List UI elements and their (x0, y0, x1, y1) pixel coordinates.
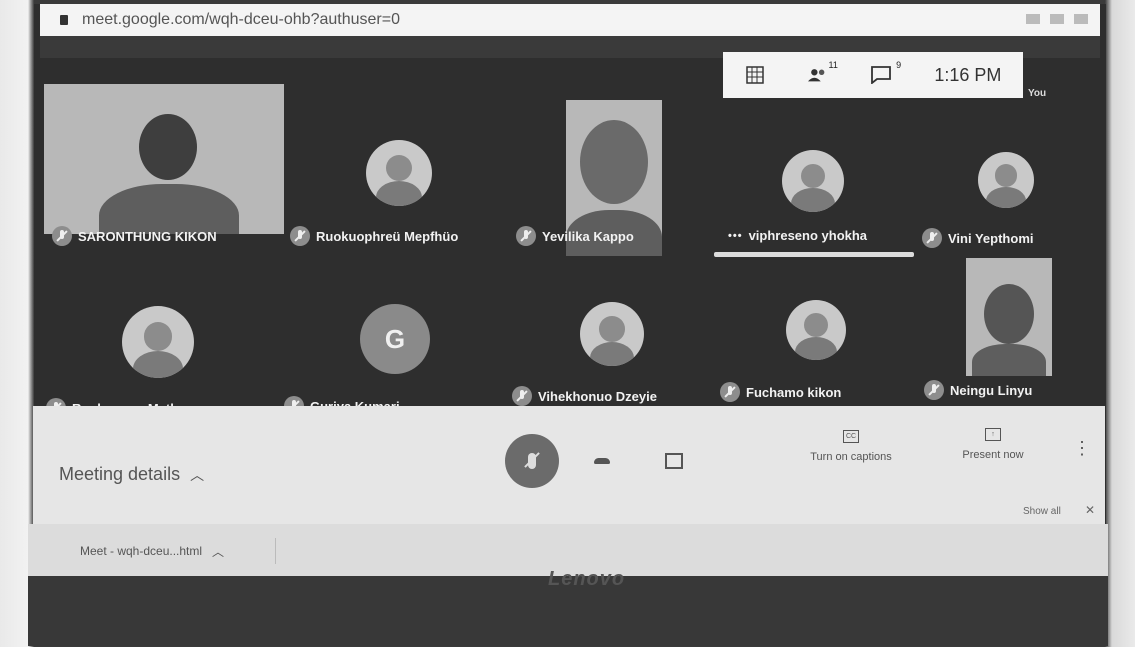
participant-label: Ruokuophreü Mepfhüo (290, 226, 458, 246)
avatar-head (385, 154, 413, 181)
mic-off-icon (528, 453, 536, 469)
participant-label: Yevilika Kappo (516, 226, 634, 246)
participant-name: SARONTHUNG KIKON (78, 228, 217, 244)
phone-hangup-icon (594, 458, 610, 464)
chevron-up-icon[interactable]: ︿ (212, 543, 224, 560)
video-tile-saronthung[interactable] (44, 84, 284, 234)
participant-face (580, 120, 648, 204)
mic-off-icon (290, 226, 310, 246)
video-tile-neingu[interactable] (966, 258, 1052, 376)
avatar-initial: G (360, 304, 430, 374)
download-item[interactable]: Meet - wqh-dceu...html ︿ (80, 538, 276, 564)
chat-count: 9 (896, 60, 902, 70)
maximize-icon[interactable] (1050, 14, 1064, 24)
mic-toggle-button[interactable] (505, 434, 559, 488)
participant-label: SARONTHUNG KIKON (52, 226, 217, 246)
more-options-icon[interactable]: ⋮ (1073, 438, 1091, 459)
meeting-info-panel: 11 9 1:16 PM (723, 52, 1023, 98)
close-window-icon[interactable] (1074, 14, 1088, 24)
mic-off-icon (922, 228, 942, 248)
participant-name: Fuchamo kikon (746, 384, 842, 400)
avatar-body (375, 180, 423, 206)
avatar (122, 306, 194, 378)
avatar-body (791, 188, 835, 212)
avatar-body (132, 350, 184, 378)
lock-icon (60, 15, 68, 25)
minimize-icon[interactable] (1026, 14, 1040, 24)
close-icon[interactable]: ✕ (1085, 503, 1095, 517)
participant-name: Yevilika Kappo (542, 228, 634, 244)
avatar (580, 302, 644, 366)
mic-off-icon (52, 226, 72, 246)
avatar-head (994, 164, 1018, 187)
mic-off-icon (720, 382, 740, 402)
show-all-link[interactable]: Show all (1023, 506, 1061, 517)
avatar-body (589, 341, 635, 366)
you-label: You (1028, 88, 1047, 99)
avatar-head (143, 321, 173, 351)
participant-label: Vihekhonuo Dzeyie (512, 386, 657, 406)
mic-off-icon (516, 226, 536, 246)
control-bar: Meeting details ︿ CC Turn on captions ↑ … (33, 406, 1105, 524)
speaking-dots-icon: ••• (728, 229, 743, 242)
present-now-button[interactable]: ↑ Present now (953, 428, 1033, 461)
camera-toggle-button[interactable] (659, 446, 689, 476)
window-controls (1026, 14, 1088, 24)
participant-name: Ruokuophreü Mepfhüo (316, 228, 459, 244)
avatar-head (599, 316, 625, 342)
camera-icon (665, 453, 683, 469)
avatar-head (804, 313, 828, 338)
meeting-details-label: Meeting details (59, 464, 181, 484)
participant-face (139, 114, 197, 180)
chevron-up-icon: ︿ (190, 466, 205, 483)
download-filename: Meet - wqh-dceu...html (80, 544, 203, 558)
avatar (978, 152, 1034, 208)
clock-time: 1:16 PM (934, 64, 1002, 85)
participants-count: 11 (828, 60, 838, 70)
avatar (366, 140, 432, 206)
avatar (786, 300, 846, 360)
participant-name: Neingu Linyu (950, 382, 1033, 398)
participants-icon[interactable]: 11 (807, 60, 838, 84)
mic-off-icon (512, 386, 532, 406)
meeting-details-button[interactable]: Meeting details ︿ (59, 464, 204, 485)
mic-off-icon (924, 380, 944, 400)
layout-grid-icon[interactable] (745, 66, 765, 84)
avatar-head (800, 163, 826, 189)
speaking-indicator (714, 252, 914, 257)
participant-face (984, 284, 1034, 344)
chat-icon[interactable]: 9 (871, 60, 901, 84)
avatar-body (986, 186, 1026, 208)
participant-label: ••• viphreseno yhokha (728, 228, 867, 243)
avatar (782, 150, 844, 212)
url-text: meet.google.com/wqh-dceu-ohb?authuser=0 (82, 11, 400, 28)
avatar-body (795, 337, 837, 360)
participant-label: Neingu Linyu (924, 380, 1032, 400)
captions-label: Turn on captions (810, 451, 892, 463)
leave-call-button[interactable] (589, 448, 615, 474)
address-bar[interactable]: meet.google.com/wqh-dceu-ohb?authuser=0 (40, 4, 1100, 36)
brand-logo: Lenovo (548, 568, 626, 590)
cc-icon: CC (843, 430, 859, 443)
participant-name: viphreseno yhokha (748, 228, 868, 243)
participant-body (972, 344, 1046, 376)
captions-button[interactable]: CC Turn on captions (801, 430, 901, 463)
participant-name: Vini Yepthomi (948, 230, 1034, 246)
participant-label: Vini Yepthomi (922, 228, 1033, 248)
participant-label: Fuchamo kikon (720, 382, 841, 402)
present-label: Present now (962, 449, 1024, 461)
present-icon: ↑ (985, 428, 1001, 441)
participant-name: Vihekhonuo Dzeyie (538, 388, 657, 404)
